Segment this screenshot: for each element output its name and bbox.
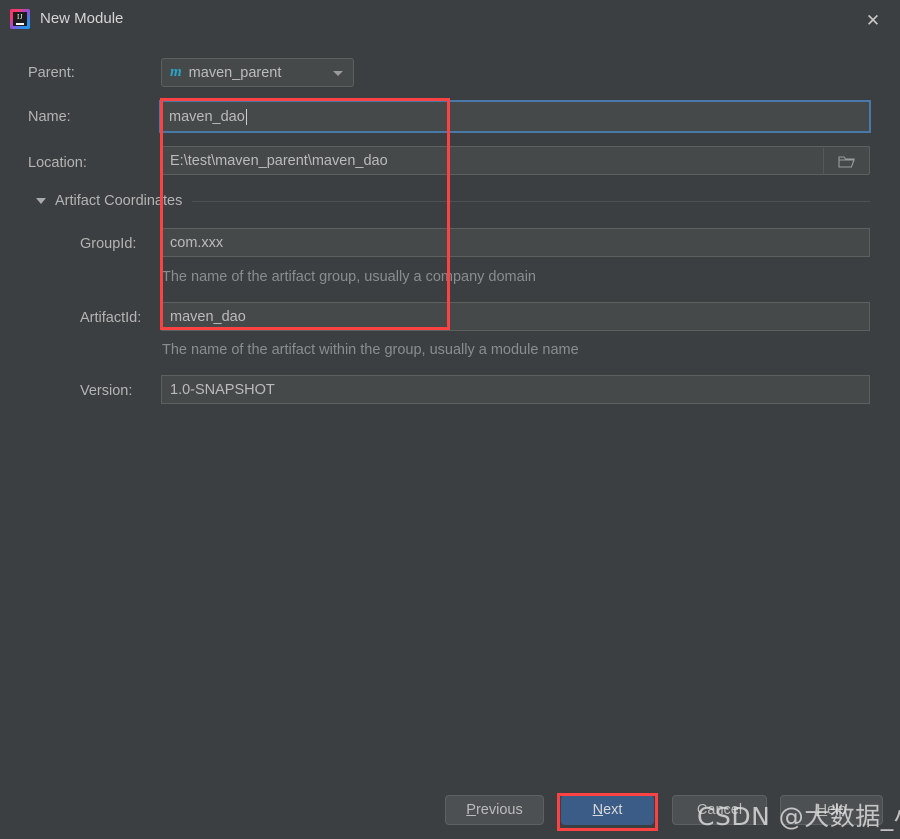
- artifact-id-input[interactable]: maven_dao: [161, 302, 870, 331]
- triangle-down-icon: [36, 198, 46, 204]
- title-bar: IJ New Module ✕: [0, 0, 900, 38]
- window-title: New Module: [40, 10, 124, 27]
- new-module-form: Parent: m maven_parent Name: maven_dao L…: [0, 38, 900, 778]
- previous-button-label: revious: [475, 802, 523, 818]
- name-label: Name:: [28, 109, 71, 125]
- section-divider: [192, 200, 870, 202]
- previous-button-mnemonic: P: [466, 802, 476, 818]
- artifact-id-label: ArtifactId:: [80, 310, 142, 326]
- version-input-value: 1.0-SNAPSHOT: [170, 381, 275, 398]
- parent-combo[interactable]: m maven_parent: [161, 58, 354, 87]
- name-field-wrapper: maven_dao: [159, 100, 871, 133]
- name-input[interactable]: maven_dao: [161, 102, 869, 131]
- next-button-mnemonic: N: [592, 802, 604, 818]
- artifact-coordinates-header[interactable]: Artifact Coordinates: [36, 193, 870, 209]
- group-id-label: GroupId:: [80, 236, 137, 252]
- group-id-input[interactable]: com.xxx: [161, 228, 870, 257]
- version-input[interactable]: 1.0-SNAPSHOT: [161, 375, 870, 404]
- version-label: Version:: [80, 383, 133, 399]
- group-id-hint: The name of the artifact group, usually …: [162, 269, 536, 285]
- artifact-id-input-value: maven_dao: [170, 308, 246, 325]
- chevron-down-icon: [333, 71, 343, 76]
- artifact-coordinates-label: Artifact Coordinates: [55, 193, 183, 209]
- next-button-label: ext: [603, 802, 623, 818]
- intellij-idea-icon: IJ: [10, 9, 30, 29]
- help-button-label: elp: [827, 802, 847, 818]
- location-label: Location:: [28, 155, 87, 171]
- next-button[interactable]: Next: [561, 795, 654, 825]
- artifact-id-hint: The name of the artifact within the grou…: [162, 342, 579, 358]
- dialog-button-bar: Previous Next Cancel Help: [0, 778, 900, 839]
- help-button[interactable]: Help: [780, 795, 883, 825]
- location-input[interactable]: E:\test\maven_parent\maven_dao: [161, 146, 870, 175]
- location-input-value: E:\test\maven_parent\maven_dao: [170, 152, 388, 169]
- close-icon[interactable]: ✕: [862, 9, 884, 31]
- maven-module-icon: m: [170, 64, 182, 80]
- parent-label: Parent:: [28, 65, 75, 81]
- cancel-button[interactable]: Cancel: [672, 795, 767, 825]
- cancel-button-label: Cancel: [696, 802, 743, 818]
- text-caret: [245, 108, 247, 125]
- previous-button[interactable]: Previous: [445, 795, 544, 825]
- parent-combo-value: maven_parent: [188, 64, 282, 81]
- help-button-mnemonic: H: [816, 802, 828, 818]
- folder-icon[interactable]: [823, 148, 868, 175]
- group-id-input-value: com.xxx: [170, 234, 224, 251]
- name-input-value: maven_dao: [169, 108, 245, 125]
